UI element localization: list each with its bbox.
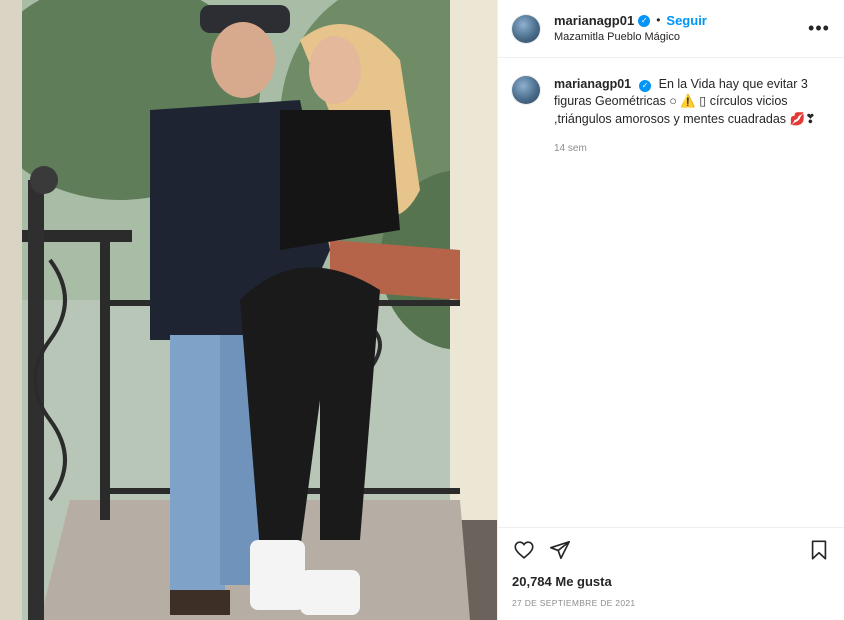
location-link[interactable]: Mazamitla Pueblo Mágico [554, 31, 807, 45]
verified-badge-icon: ✓ [639, 79, 652, 92]
more-options-icon[interactable]: ••• [807, 18, 831, 39]
heart-icon[interactable] [512, 538, 536, 562]
follow-button[interactable]: Seguir [666, 13, 706, 29]
bookmark-icon[interactable] [807, 538, 831, 562]
post-header: marianagp01 ✓ • Seguir Mazamitla Pueblo … [498, 0, 844, 58]
likes-count[interactable]: 20,784 Me gusta [512, 574, 612, 589]
verified-badge-icon: ✓ [638, 14, 651, 27]
send-icon[interactable] [548, 538, 572, 562]
action-bar [498, 527, 844, 571]
post-sidebar: marianagp01 ✓ • Seguir Mazamitla Pueblo … [497, 0, 844, 620]
username-link[interactable]: marianagp01 [554, 13, 634, 29]
timestamp[interactable]: 14 sem [554, 142, 829, 156]
post-date: 27 DE SEPTIEMBRE DE 2021 [512, 598, 636, 608]
avatar[interactable] [512, 14, 540, 43]
caption-comment: marianagp01 ✓ En la Vida hay que evitar 3… [498, 58, 844, 156]
separator-dot: • [656, 13, 661, 28]
caption-username-link[interactable]: marianagp01 [554, 77, 631, 91]
post-photo[interactable] [0, 0, 497, 620]
avatar[interactable] [512, 76, 540, 104]
post-photo-illustration [0, 0, 497, 620]
